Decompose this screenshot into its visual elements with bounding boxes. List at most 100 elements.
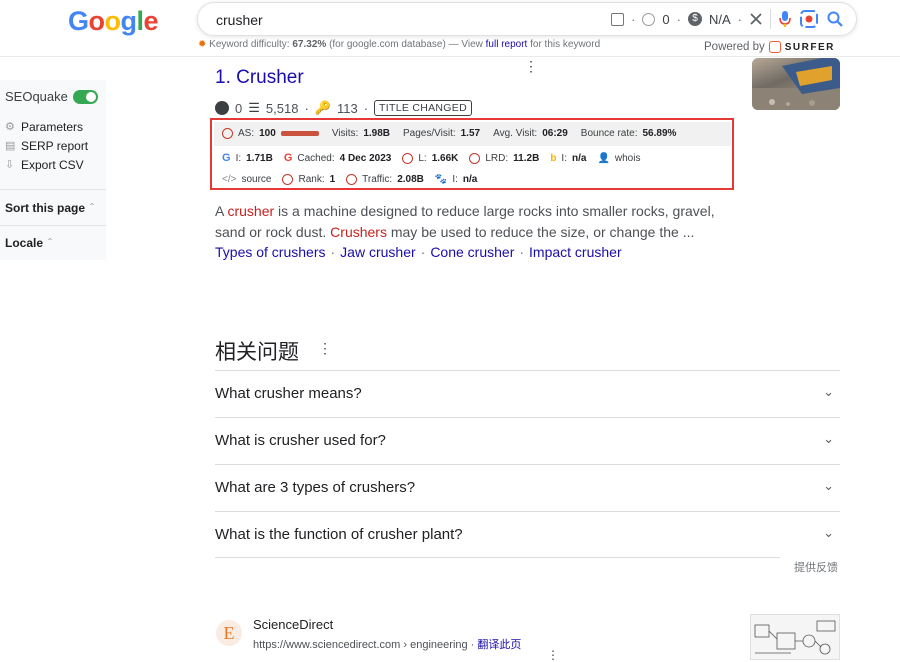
- url-text: https://www.sciencedirect.com: [253, 639, 401, 651]
- sitelink[interactable]: Impact crusher: [529, 244, 622, 260]
- logo-letter: e: [143, 6, 159, 36]
- search-box[interactable]: crusher · 0 · $ N/A ·: [197, 2, 857, 36]
- full-report-link[interactable]: full report: [486, 39, 528, 50]
- whois-link[interactable]: whois: [615, 153, 641, 164]
- baidu-i-label: I:: [452, 174, 458, 185]
- key-icon: 🔑: [314, 100, 331, 115]
- powered-label: Powered by: [704, 41, 765, 53]
- l-value[interactable]: 1.66K: [432, 153, 459, 164]
- checkbox-icon[interactable]: [611, 12, 625, 26]
- rank-label: Rank:: [298, 174, 325, 185]
- sidebar-item-export-csv[interactable]: ⇩ Export CSV: [5, 158, 84, 172]
- sitelink[interactable]: Cone crusher: [430, 244, 514, 260]
- logo-letter: G: [68, 6, 89, 36]
- sitelink[interactable]: Types of crushers: [215, 244, 326, 260]
- bounce-value: 56.89%: [642, 128, 677, 139]
- question-row[interactable]: What is the function of crusher plant? ⌄: [215, 511, 840, 558]
- bing-i-value: n/a: [571, 152, 587, 164]
- separator-dot: ·: [420, 244, 426, 260]
- sort-page-toggle[interactable]: Sort this page ˆ: [5, 201, 94, 215]
- sort-label: Sort this page: [5, 201, 86, 215]
- result-thumbnail[interactable]: [752, 58, 840, 110]
- powered-by[interactable]: Powered by SURFER: [704, 41, 835, 53]
- sidebar-divider: [0, 189, 106, 190]
- report-icon: ▤: [5, 139, 16, 152]
- google-cache-icon[interactable]: G: [284, 152, 293, 164]
- search-input[interactable]: crusher: [216, 12, 263, 28]
- separator-dot: ·: [304, 100, 309, 116]
- microphone-icon[interactable]: [778, 10, 792, 28]
- snippet-text: may be used to reduce the size, or chang…: [386, 224, 695, 240]
- sciencedirect-favicon: E: [216, 620, 242, 646]
- avg-label: Avg. Visit:: [493, 128, 538, 139]
- cached-label: Cached:: [297, 152, 335, 164]
- site-url[interactable]: https://www.sciencedirect.com › engineer…: [253, 636, 521, 652]
- locale-label: Locale: [5, 236, 44, 250]
- sitelink[interactable]: Jaw crusher: [340, 244, 415, 260]
- as-icon: [222, 128, 233, 139]
- kd-prefix: Keyword difficulty:: [209, 39, 290, 50]
- kd-suffix: for this keyword: [530, 39, 601, 50]
- related-questions-title: 相关问题: [215, 341, 299, 364]
- keyword-difficulty-bar: ✹ Keyword difficulty: 67.32% (for google…: [198, 39, 600, 50]
- flame-icon: ✹: [198, 39, 207, 50]
- seoquake-label: SEOquake: [5, 89, 68, 104]
- result-thumbnail[interactable]: [750, 614, 840, 660]
- surfer-brand: SURFER: [784, 41, 835, 53]
- more-options-icon[interactable]: ⋮: [524, 58, 538, 75]
- export-icon: ⇩: [5, 158, 15, 171]
- pages-value: 1.57: [460, 128, 481, 139]
- search-icon[interactable]: [826, 10, 844, 28]
- kd-value: 67.32%: [292, 39, 327, 50]
- chevron-up-icon: ˆ: [48, 236, 53, 250]
- chevron-down-icon: ⌄: [823, 525, 834, 540]
- lrd-value[interactable]: 11.2B: [513, 153, 539, 164]
- source-link[interactable]: source: [241, 174, 271, 185]
- google-logo[interactable]: Google: [68, 6, 159, 37]
- seoquake-toggle-row[interactable]: SEOquake: [5, 89, 98, 104]
- list-icon: ☰: [248, 100, 260, 115]
- baidu-i-value: n/a: [462, 174, 478, 185]
- question-row[interactable]: What crusher means? ⌄: [215, 370, 840, 417]
- code-icon: </>: [222, 174, 237, 185]
- separator-dot: ·: [676, 11, 681, 27]
- separator-dot: ·: [737, 11, 742, 27]
- question-text: What is crusher used for?: [215, 432, 386, 449]
- site-name[interactable]: ScienceDirect: [253, 617, 333, 632]
- search-value: N/A: [708, 11, 731, 27]
- sidebar-item-label: Export CSV: [21, 158, 84, 172]
- locale-toggle[interactable]: Locale ˆ: [5, 236, 52, 250]
- question-text: What crusher means?: [215, 385, 362, 402]
- links-count: 5,518: [265, 100, 299, 116]
- cached-value[interactable]: 4 Dec 2023: [340, 153, 392, 164]
- seoquake-toggle[interactable]: [72, 89, 98, 104]
- chevron-down-icon: ⌄: [823, 431, 834, 446]
- search-toolbar: · 0 · $ N/A ·: [611, 9, 844, 29]
- translate-link[interactable]: 翻译此页: [477, 639, 521, 651]
- result-snippet: A crusher is a machine designed to reduc…: [215, 201, 735, 243]
- rank-value: 1: [329, 174, 336, 185]
- sidebar-item-parameters[interactable]: ⚙ Parameters: [5, 120, 83, 134]
- separator-dot: ·: [330, 244, 336, 260]
- bounce-label: Bounce rate:: [580, 128, 638, 139]
- crusher-photo: [752, 58, 840, 110]
- close-icon[interactable]: [749, 12, 763, 26]
- baidu-paw-icon: 🐾: [434, 174, 448, 185]
- rank-icon: [282, 174, 294, 185]
- result-title-link[interactable]: 1. Crusher: [215, 67, 304, 89]
- question-row[interactable]: What is crusher used for? ⌄: [215, 417, 840, 464]
- more-options-icon[interactable]: ⋮: [318, 340, 332, 357]
- question-text: What are 3 types of crushers?: [215, 479, 416, 496]
- sidebar-item-label: SERP report: [21, 139, 89, 153]
- i-value: 1.71B: [246, 152, 273, 164]
- lens-icon[interactable]: [799, 9, 819, 29]
- person-icon: 👤: [597, 152, 610, 164]
- logo-letter: o: [88, 6, 106, 36]
- feedback-link[interactable]: 提供反馈: [794, 559, 838, 575]
- chevron-down-icon: ⌄: [823, 478, 834, 493]
- sidebar-item-serp-report[interactable]: ▤ SERP report: [5, 139, 88, 153]
- question-row[interactable]: What are 3 types of crushers? ⌄: [215, 464, 840, 511]
- questions-divider: [215, 557, 780, 558]
- seoquake-sidebar: SEOquake ⚙ Parameters ▤ SERP report ⇩ Ex…: [0, 80, 106, 260]
- as-value: 100: [259, 128, 276, 139]
